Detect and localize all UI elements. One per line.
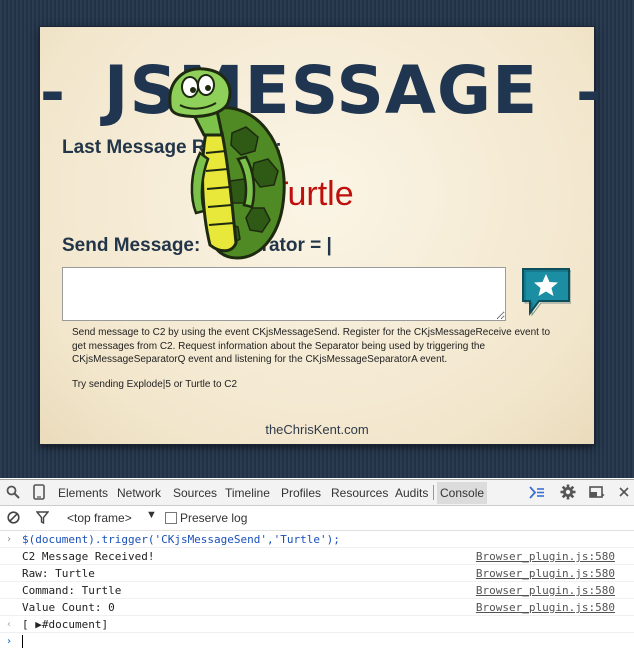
help-paragraph-try: Try sending Explode|5 or Turtle to C2 <box>72 378 238 390</box>
send-button[interactable] <box>521 267 572 317</box>
filter-icon[interactable] <box>36 511 49 524</box>
close-icon[interactable] <box>619 487 629 497</box>
dock-side-icon[interactable] <box>589 485 605 499</box>
chevron-down-icon[interactable]: ▼ <box>146 509 157 521</box>
tab-elements[interactable]: Elements <box>58 486 108 500</box>
devtools-panel: Elements Network Sources Timeline Profil… <box>0 479 634 654</box>
console-output: › $(document).trigger('CKjsMessageSend',… <box>0 531 634 654</box>
log-text: C2 Message Received! <box>22 550 155 563</box>
tab-audits[interactable]: Audits <box>395 486 428 500</box>
message-card: - JSMESSAGE - Last Message Received: Tur… <box>40 27 601 444</box>
log-text: Value Count: 0 <box>22 601 115 614</box>
help-paragraph-events: Send message to C2 by using the event CK… <box>72 327 551 365</box>
gear-icon[interactable] <box>560 484 576 500</box>
search-icon[interactable] <box>6 485 20 499</box>
preserve-log-label: Preserve log <box>180 511 248 525</box>
footer-credit: theChrisKent.com <box>265 422 369 437</box>
console-prompt-input[interactable] <box>22 635 25 648</box>
console-filter-bar: <top frame> ▼ Preserve log <box>0 506 634 531</box>
tab-network[interactable]: Network <box>117 486 161 500</box>
console-log-row: Command: Turtle Browser_plugin.js:580 <box>0 582 634 599</box>
console-prompt-row[interactable]: › <box>0 633 634 650</box>
log-source-link[interactable]: Browser_plugin.js:580 <box>476 582 615 599</box>
log-source-link[interactable]: Browser_plugin.js:580 <box>476 548 615 565</box>
message-input[interactable] <box>62 267 506 321</box>
preserve-log-checkbox[interactable] <box>165 512 177 524</box>
console-result[interactable]: [ ▶#document] <box>22 616 108 633</box>
tab-resources[interactable]: Resources <box>331 486 388 500</box>
console-result-row[interactable]: ‹ [ ▶#document] <box>0 616 634 633</box>
tab-timeline[interactable]: Timeline <box>225 486 270 500</box>
turtle-mascot-icon <box>168 67 286 260</box>
help-text: Send message to C2 by using the event CK… <box>72 326 558 391</box>
log-source-link[interactable]: Browser_plugin.js:580 <box>476 599 615 616</box>
console-input-row: › $(document).trigger('CKjsMessageSend',… <box>0 531 634 548</box>
banner-title: - JSMESSAGE - <box>40 55 601 129</box>
banner-dash-left: - <box>40 58 66 128</box>
prompt-chevron-icon: › <box>6 636 13 647</box>
log-text: Raw: Turtle <box>22 567 95 580</box>
star-speech-bubble-icon <box>522 268 572 317</box>
devtools-toolbar: Elements Network Sources Timeline Profil… <box>0 480 634 506</box>
clear-console-icon[interactable] <box>7 511 20 524</box>
console-drawer-icon[interactable] <box>529 486 545 499</box>
frame-select[interactable]: <top frame> <box>67 511 132 525</box>
banner-dash-right: - <box>576 58 603 128</box>
page-background: - JSMESSAGE - Last Message Received: Tur… <box>0 0 634 478</box>
device-mode-icon[interactable] <box>33 484 45 500</box>
chevron-right-icon: › <box>6 534 13 545</box>
log-text: Command: Turtle <box>22 584 122 597</box>
tab-sources[interactable]: Sources <box>173 486 217 500</box>
tab-console[interactable]: Console <box>437 482 488 504</box>
result-arrow-icon: ‹ <box>6 619 13 630</box>
tab-divider <box>433 485 434 500</box>
console-log-row: Value Count: 0 Browser_plugin.js:580 <box>0 599 634 616</box>
log-source-link[interactable]: Browser_plugin.js:580 <box>476 565 615 582</box>
console-log-row: Raw: Turtle Browser_plugin.js:580 <box>0 565 634 582</box>
tab-profiles[interactable]: Profiles <box>281 486 321 500</box>
console-command: $(document).trigger('CKjsMessageSend','T… <box>22 533 340 546</box>
console-log-row: C2 Message Received! Browser_plugin.js:5… <box>0 548 634 565</box>
